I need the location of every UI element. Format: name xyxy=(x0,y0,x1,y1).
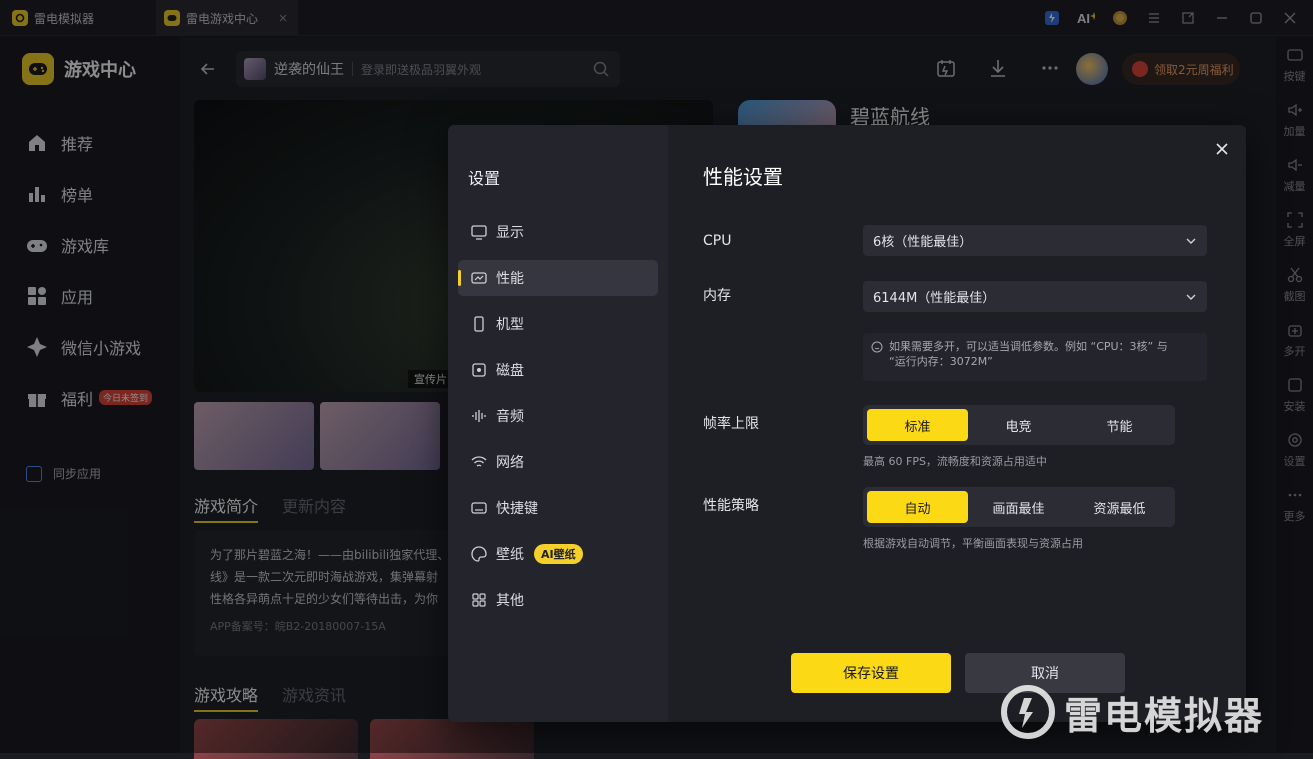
menu-wallpaper[interactable]: 壁纸 AI壁纸 xyxy=(458,536,658,572)
fps-option-esports[interactable]: 电竞 xyxy=(968,409,1069,441)
strategy-segmented-control: 自动 画面最佳 资源最低 xyxy=(863,487,1175,527)
disk-icon xyxy=(472,363,486,377)
memory-select[interactable]: 6144M（性能最佳） xyxy=(863,281,1207,312)
menu-network[interactable]: 网络 xyxy=(458,444,658,480)
settings-dialog: 设置 显示 性能 机型 磁盘 音频 网络 快捷键 壁纸 AI壁纸 其他 性能设置… xyxy=(448,125,1246,722)
menu-label: 音频 xyxy=(496,409,524,425)
cpu-label: CPU xyxy=(703,233,732,249)
strategy-label: 性能策略 xyxy=(703,498,759,514)
menu-label: 性能 xyxy=(496,271,524,287)
ai-wallpaper-badge: AI壁纸 xyxy=(534,544,583,564)
menu-label: 壁纸 xyxy=(496,547,524,563)
menu-label: 网络 xyxy=(496,455,524,471)
memory-value: 6144M（性能最佳） xyxy=(873,291,996,306)
menu-other[interactable]: 其他 xyxy=(458,582,658,618)
phone-icon xyxy=(474,316,484,332)
menu-audio[interactable]: 音频 xyxy=(458,398,658,434)
menu-performance[interactable]: 性能 xyxy=(458,260,658,296)
grid-icon xyxy=(472,593,486,607)
menu-label: 其他 xyxy=(496,593,524,609)
audio-icon xyxy=(472,410,486,422)
keyboard-icon xyxy=(471,502,487,514)
selected-indicator xyxy=(458,270,461,286)
settings-panel: 性能设置 CPU 6核（性能最佳） 内存 6144M（性能最佳） 如果需要多开，… xyxy=(668,125,1246,722)
watermark-text: 雷电模拟器 xyxy=(1064,693,1265,738)
chevron-down-icon xyxy=(1186,294,1196,300)
monitor-icon xyxy=(471,225,487,240)
menu-disk[interactable]: 磁盘 xyxy=(458,352,658,388)
menu-label: 磁盘 xyxy=(496,363,524,379)
settings-sidebar: 设置 显示 性能 机型 磁盘 音频 网络 快捷键 壁纸 AI壁纸 其他 xyxy=(448,125,668,722)
watermark: 雷电模拟器 xyxy=(1000,684,1264,740)
fps-label: 帧率上限 xyxy=(703,416,759,432)
cpu-value: 6核（性能最佳） xyxy=(873,235,973,250)
menu-display[interactable]: 显示 xyxy=(458,214,658,250)
memory-label: 内存 xyxy=(703,288,731,304)
strategy-option-best-quality[interactable]: 画面最佳 xyxy=(968,491,1069,523)
fps-description: 最高 60 FPS，流畅度和资源占用适中 xyxy=(863,455,1047,468)
hint-line: “运行内存：3072M” xyxy=(889,355,993,368)
fps-option-standard[interactable]: 标准 xyxy=(867,409,968,441)
fps-segmented-control: 标准 电竞 节能 xyxy=(863,405,1175,445)
wifi-icon xyxy=(471,456,487,467)
cpu-select[interactable]: 6核（性能最佳） xyxy=(863,225,1207,256)
strategy-description: 根据游戏自动调节，平衡画面表现与资源占用 xyxy=(863,537,1083,550)
strategy-option-auto[interactable]: 自动 xyxy=(867,491,968,523)
menu-label: 快捷键 xyxy=(496,501,538,517)
settings-menu: 显示 性能 机型 磁盘 音频 网络 快捷键 壁纸 AI壁纸 其他 xyxy=(458,214,658,628)
palette-icon xyxy=(471,546,487,562)
leidian-logo-icon xyxy=(1001,685,1055,739)
multi-instance-hint: 如果需要多开，可以适当调低参数。例如 “CPU：3核” 与 “运行内存：3072… xyxy=(863,333,1207,381)
menu-label: 显示 xyxy=(496,225,524,241)
fps-option-power-save[interactable]: 节能 xyxy=(1069,409,1170,441)
save-button[interactable]: 保存设置 xyxy=(791,653,951,693)
menu-device-model[interactable]: 机型 xyxy=(458,306,658,342)
hint-line: 如果需要多开，可以适当调低参数。例如 “CPU：3核” 与 xyxy=(889,340,1168,353)
chevron-down-icon xyxy=(1186,238,1196,244)
strategy-option-lowest-resource[interactable]: 资源最低 xyxy=(1069,491,1170,523)
menu-shortcuts[interactable]: 快捷键 xyxy=(458,490,658,526)
performance-icon xyxy=(471,272,487,284)
settings-title: 设置 xyxy=(468,169,501,188)
close-icon[interactable] xyxy=(1214,141,1230,157)
section-title: 性能设置 xyxy=(703,165,783,189)
menu-label: 机型 xyxy=(496,317,524,333)
smile-info-icon xyxy=(871,341,883,353)
